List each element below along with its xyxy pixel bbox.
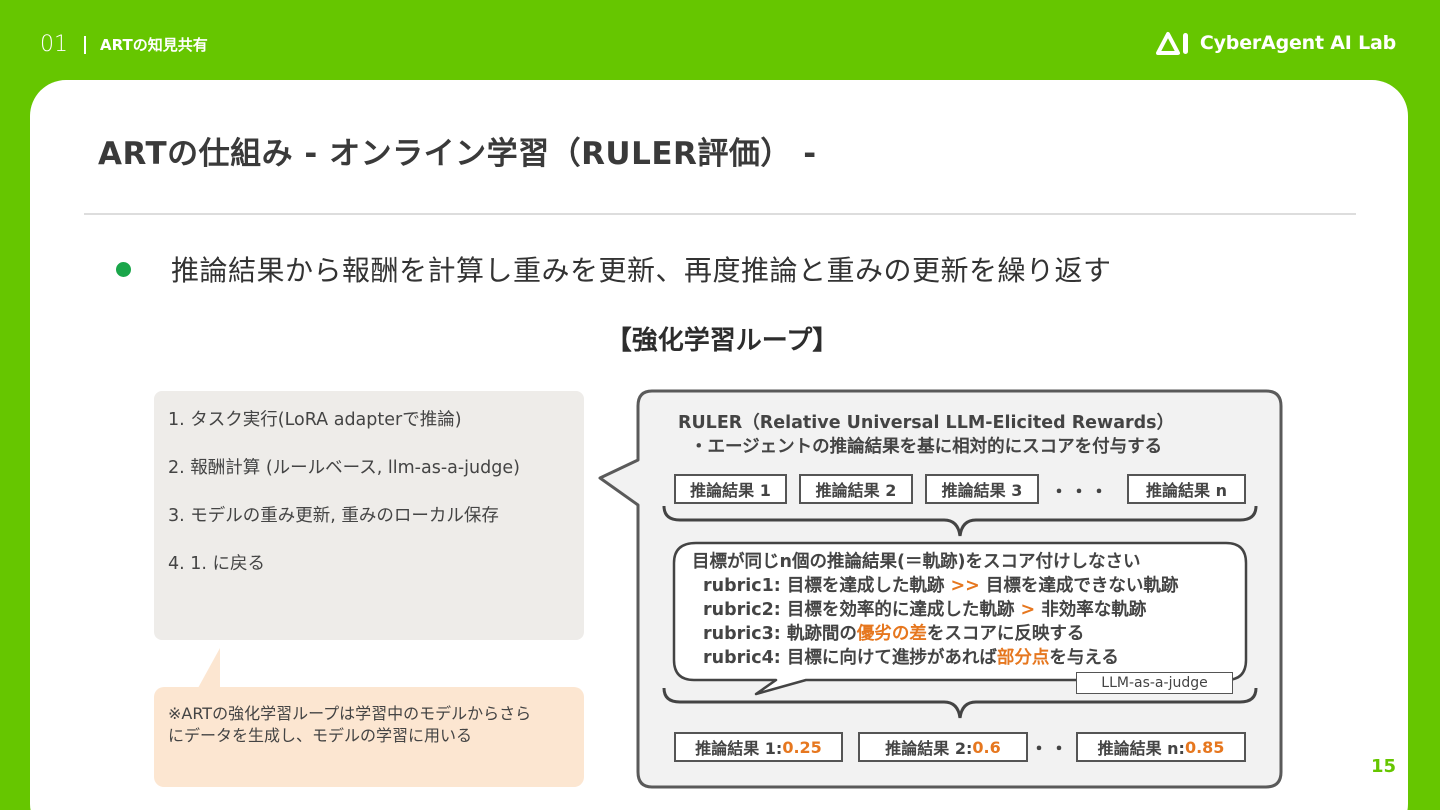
score-box: 推論結果 n: 0.85 [1076,732,1246,762]
prompt-instruction: 目標が同じn個の推論結果(＝軌跡)をスコア付けしなさい [692,552,1141,572]
rubric-1: rubric1: 目標を達成した軌跡 >> 目標を達成できない軌跡 [703,576,1179,596]
page-number: 15 [1371,756,1397,777]
rubric-3: rubric3: 軌跡間の優劣の差をスコアに反映する [703,624,1085,644]
judge-label: LLM-as-a-judge [1076,672,1233,694]
result-box: 推論結果 3 [925,474,1039,504]
result-box: 推論結果 2 [799,474,913,504]
ellipsis: ・・・ [1050,482,1110,503]
rubric-2: rubric2: 目標を効率的に達成した軌跡 > 非効率な軌跡 [703,600,1147,620]
result-box: 推論結果 1 [674,474,787,504]
ruler-subtitle: ・エージェントの推論結果を基に相対的にスコアを付与する [690,437,1163,457]
ruler-title: RULER（Relative Universal LLM-Elicited Re… [678,413,1175,433]
score-box: 推論結果 2: 0.6 [858,732,1028,762]
result-box: 推論結果 n [1127,474,1246,504]
score-box: 推論結果 1: 0.25 [674,732,843,762]
rubric-4: rubric4: 目標に向けて進捗があれば部分点を与える [703,648,1119,668]
